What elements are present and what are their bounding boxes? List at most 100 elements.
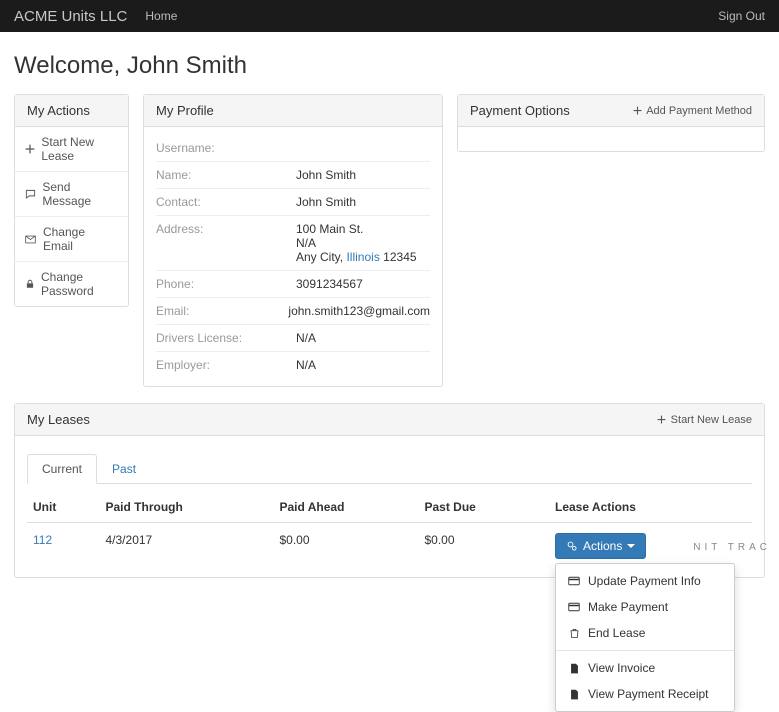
my-actions-heading: My Actions bbox=[15, 95, 128, 127]
action-label: Change Email bbox=[43, 225, 118, 253]
dropdown-make-payment[interactable]: Make Payment bbox=[556, 594, 734, 620]
dropdown-view-payment-receipt[interactable]: View Payment Receipt bbox=[556, 681, 734, 707]
col-lease-actions: Lease Actions bbox=[549, 492, 752, 523]
nav-home[interactable]: Home bbox=[145, 9, 177, 23]
dropdown-view-invoice[interactable]: View Invoice bbox=[556, 655, 734, 681]
address-citystate: Any City, Illinois 12345 bbox=[296, 250, 430, 264]
cell-paid-ahead: $0.00 bbox=[274, 523, 419, 570]
lease-table: Unit Paid Through Paid Ahead Past Due Le… bbox=[27, 492, 752, 569]
my-profile-heading: My Profile bbox=[144, 95, 442, 127]
dropdown-label: Make Payment bbox=[588, 600, 668, 614]
add-payment-label: Add Payment Method bbox=[646, 105, 752, 117]
dropdown-update-payment-info[interactable]: Update Payment Info bbox=[556, 568, 734, 594]
dropdown-label: End Lease bbox=[588, 626, 645, 640]
gears-icon bbox=[566, 540, 578, 552]
payment-options-title: Payment Options bbox=[470, 103, 570, 118]
profile-label: Username: bbox=[156, 141, 296, 155]
card-icon bbox=[568, 601, 580, 613]
my-profile-panel: My Profile Username: Name: John Smith Co… bbox=[143, 94, 443, 387]
col-paid-ahead: Paid Ahead bbox=[274, 492, 419, 523]
action-label: Change Password bbox=[41, 270, 118, 298]
tab-past[interactable]: Past bbox=[97, 454, 151, 484]
profile-value: N/A bbox=[296, 331, 430, 345]
profile-address: 100 Main St. N/A Any City, Illinois 1234… bbox=[296, 222, 430, 264]
plus-icon bbox=[25, 143, 35, 155]
profile-row-drivers-license: Drivers License: N/A bbox=[156, 325, 430, 352]
action-send-message[interactable]: Send Message bbox=[15, 171, 128, 216]
profile-label: Employer: bbox=[156, 358, 296, 372]
my-leases-panel: My Leases Start New Lease Current Past U… bbox=[14, 403, 765, 578]
lock-icon bbox=[25, 278, 35, 290]
profile-label: Contact: bbox=[156, 195, 296, 209]
profile-label: Email: bbox=[156, 304, 288, 318]
payment-options-panel: Payment Options Add Payment Method bbox=[457, 94, 765, 152]
profile-value: john.smith123@gmail.com bbox=[288, 304, 430, 318]
start-new-lease-button[interactable]: Start New Lease bbox=[656, 414, 752, 426]
profile-value bbox=[296, 141, 430, 155]
brand[interactable]: ACME Units LLC bbox=[14, 8, 127, 25]
profile-label: Phone: bbox=[156, 277, 296, 291]
nav-signout[interactable]: Sign Out bbox=[718, 9, 765, 23]
lease-actions-dropdown: Update Payment Info Make Payment End Lea… bbox=[555, 563, 735, 712]
profile-row-address: Address: 100 Main St. N/A Any City, Illi… bbox=[156, 216, 430, 271]
col-past-due: Past Due bbox=[419, 492, 550, 523]
address-line2: N/A bbox=[296, 236, 430, 250]
address-city: Any City bbox=[296, 250, 340, 264]
my-actions-panel: My Actions Start New Lease Send Message … bbox=[14, 94, 129, 307]
payment-options-body bbox=[458, 127, 764, 151]
payment-options-heading: Payment Options Add Payment Method bbox=[458, 95, 764, 127]
address-line1: 100 Main St. bbox=[296, 222, 430, 236]
profile-label: Drivers License: bbox=[156, 331, 296, 345]
profile-label: Address: bbox=[156, 222, 296, 264]
profile-row-employer: Employer: N/A bbox=[156, 352, 430, 378]
address-state-link[interactable]: Illinois bbox=[346, 250, 379, 264]
action-label: Send Message bbox=[42, 180, 118, 208]
my-leases-heading: My Leases Start New Lease bbox=[15, 404, 764, 436]
profile-label: Name: bbox=[156, 168, 296, 182]
address-zip: 12345 bbox=[383, 250, 416, 264]
plus-icon bbox=[631, 105, 643, 117]
action-change-email[interactable]: Change Email bbox=[15, 216, 128, 261]
profile-value: 3091234567 bbox=[296, 277, 430, 291]
action-change-password[interactable]: Change Password bbox=[15, 261, 128, 306]
action-label: Start New Lease bbox=[41, 135, 118, 163]
table-row: 112 4/3/2017 $0.00 $0.00 Actions bbox=[27, 523, 752, 570]
card-icon bbox=[568, 575, 580, 587]
dropdown-label: View Invoice bbox=[588, 661, 655, 675]
dropdown-end-lease[interactable]: End Lease bbox=[556, 620, 734, 646]
action-start-new-lease[interactable]: Start New Lease bbox=[15, 127, 128, 171]
trash-icon bbox=[568, 627, 580, 639]
document-icon bbox=[568, 662, 580, 674]
envelope-icon bbox=[25, 233, 37, 245]
profile-value: John Smith bbox=[296, 168, 430, 182]
col-paid-through: Paid Through bbox=[100, 492, 274, 523]
dropdown-label: Update Payment Info bbox=[588, 574, 701, 588]
plus-icon bbox=[656, 414, 668, 426]
actions-button-label: Actions bbox=[583, 539, 622, 553]
lease-actions-button[interactable]: Actions bbox=[555, 533, 646, 559]
start-new-lease-label: Start New Lease bbox=[671, 414, 752, 426]
cell-past-due: $0.00 bbox=[419, 523, 550, 570]
profile-row-username: Username: bbox=[156, 135, 430, 162]
my-leases-title: My Leases bbox=[27, 412, 90, 427]
unit-link[interactable]: 112 bbox=[33, 533, 52, 547]
page-title: Welcome, John Smith bbox=[14, 52, 765, 80]
dropdown-divider bbox=[556, 650, 734, 651]
add-payment-method-button[interactable]: Add Payment Method bbox=[631, 105, 752, 117]
col-unit: Unit bbox=[27, 492, 100, 523]
footer-watermark: NIT TRAC bbox=[693, 542, 771, 553]
profile-row-name: Name: John Smith bbox=[156, 162, 430, 189]
profile-row-contact: Contact: John Smith bbox=[156, 189, 430, 216]
comment-icon bbox=[25, 188, 36, 200]
profile-row-phone: Phone: 3091234567 bbox=[156, 271, 430, 298]
profile-value: N/A bbox=[296, 358, 430, 372]
cell-paid-through: 4/3/2017 bbox=[100, 523, 274, 570]
tab-current[interactable]: Current bbox=[27, 454, 97, 484]
profile-value: John Smith bbox=[296, 195, 430, 209]
profile-row-email: Email: john.smith123@gmail.com bbox=[156, 298, 430, 325]
dropdown-label: View Payment Receipt bbox=[588, 687, 709, 701]
document-icon bbox=[568, 688, 580, 700]
caret-down-icon bbox=[627, 544, 635, 548]
navbar: ACME Units LLC Home Sign Out bbox=[0, 0, 779, 32]
lease-tabs: Current Past bbox=[27, 454, 752, 484]
